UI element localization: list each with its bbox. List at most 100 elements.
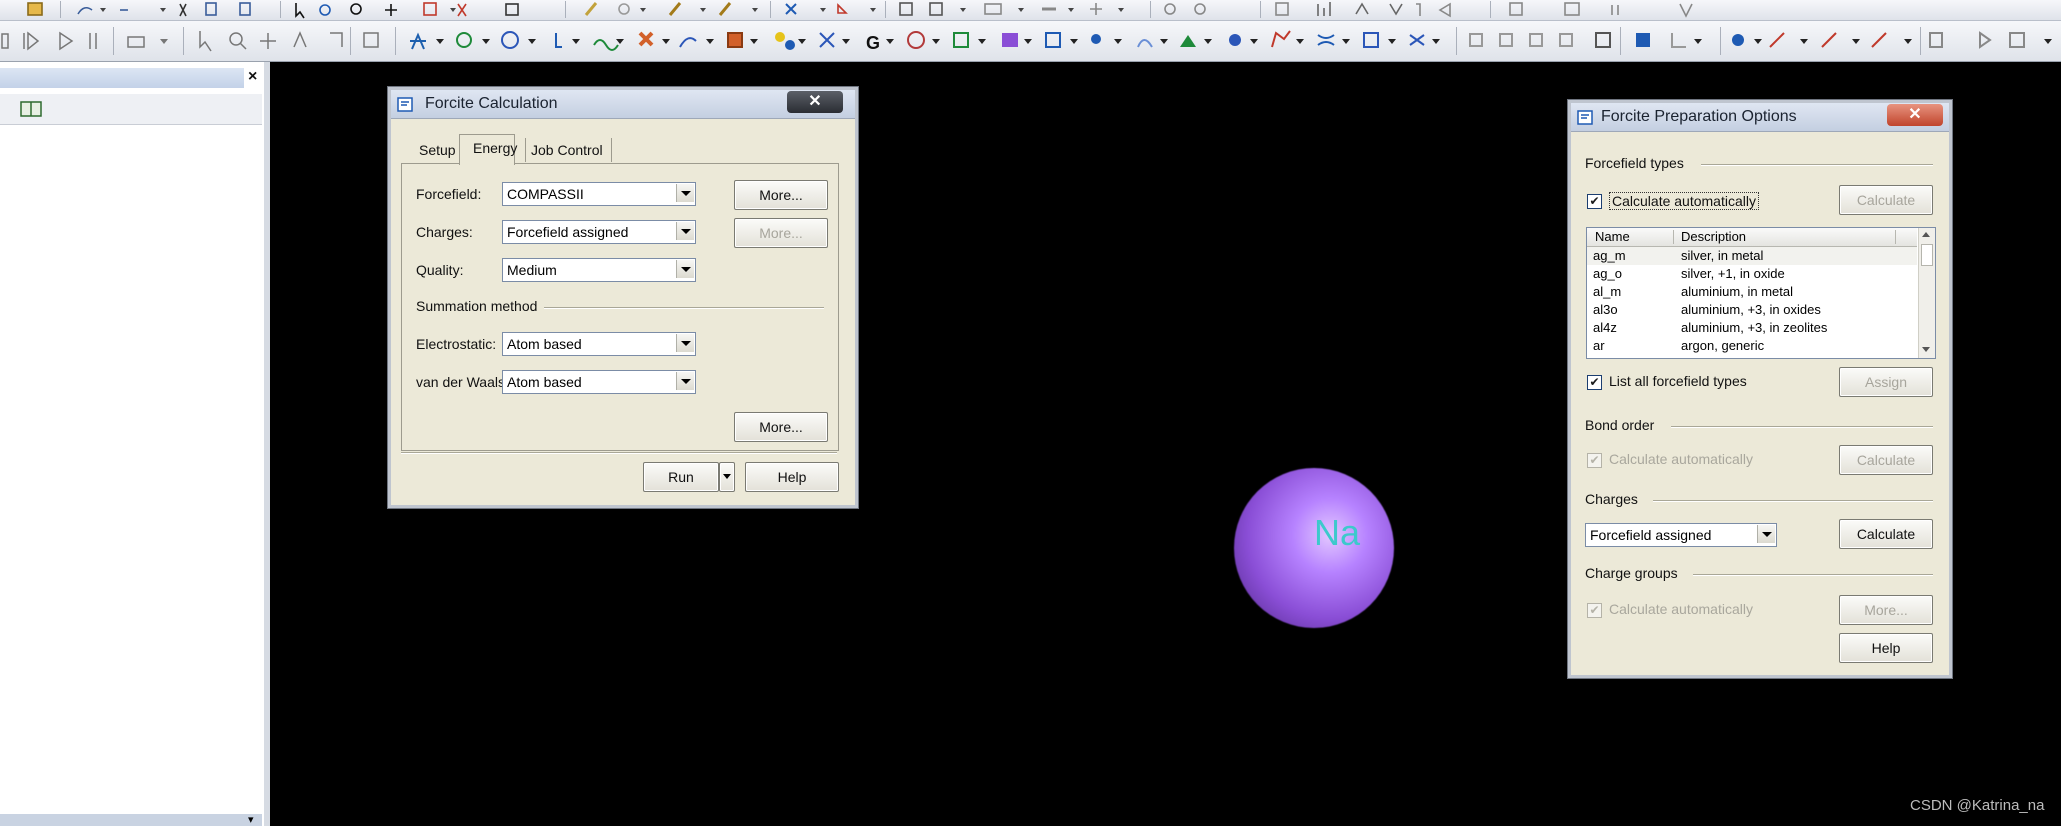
- bond-calculate-automatically-checkbox[interactable]: ✔: [1587, 453, 1602, 468]
- tab-job-control[interactable]: Job Control: [531, 142, 603, 158]
- calculate-automatically-label[interactable]: Calculate automatically: [1609, 192, 1759, 210]
- list-item-description: aluminium, +3, in zeolites: [1681, 320, 1828, 335]
- charge-groups-more-button[interactable]: More...: [1839, 595, 1933, 625]
- scroll-thumb[interactable]: [1921, 244, 1933, 266]
- svg-text:G: G: [866, 33, 880, 53]
- divider: [401, 452, 837, 454]
- quality-select[interactable]: Medium: [502, 258, 696, 282]
- chevron-down-icon[interactable]: [676, 184, 694, 202]
- chevron-down-icon[interactable]: [676, 222, 694, 240]
- chevron-down-icon[interactable]: [1757, 525, 1775, 543]
- summation-method-label: Summation method: [416, 298, 538, 314]
- bond-calculate-button[interactable]: Calculate: [1839, 445, 1933, 475]
- chevron-down-icon[interactable]: [1922, 347, 1930, 352]
- list-item-name: ar: [1593, 338, 1605, 353]
- divider: [544, 307, 824, 309]
- list-item[interactable]: ag_o silver, +1, in oxide: [1587, 265, 1917, 283]
- electrostatic-value: Atom based: [507, 336, 582, 352]
- charge-groups-calculate-automatically-checkbox[interactable]: ✔: [1587, 603, 1602, 618]
- column-header-name[interactable]: Name: [1595, 229, 1630, 244]
- column-divider[interactable]: [1673, 230, 1674, 244]
- tab-setup[interactable]: Setup: [419, 142, 456, 158]
- column-header-description[interactable]: Description: [1681, 229, 1746, 244]
- charges-select[interactable]: Forcefield assigned: [1585, 523, 1777, 547]
- run-button[interactable]: Run: [643, 462, 719, 492]
- close-button[interactable]: ✕: [787, 91, 843, 113]
- window-icon: [397, 97, 413, 112]
- run-options-button[interactable]: [719, 462, 735, 492]
- list-item-name: al_m: [1593, 284, 1622, 299]
- list-header: Name Description: [1587, 228, 1917, 247]
- forcefield-more-button[interactable]: More...: [734, 180, 828, 210]
- list-item[interactable]: al3o aluminium, +3, in oxides: [1587, 301, 1917, 319]
- book-icon[interactable]: [20, 100, 42, 118]
- charge-groups-calculate-automatically-label: Calculate automatically: [1609, 601, 1753, 617]
- charges-value: Forcefield assigned: [507, 224, 629, 240]
- vdw-value: Atom based: [507, 374, 582, 390]
- charges-more-button[interactable]: More...: [734, 218, 828, 248]
- list-item-name: ag_o: [1593, 266, 1622, 281]
- chevron-up-icon[interactable]: [1922, 232, 1930, 237]
- divider: [1701, 164, 1933, 166]
- list-item-description: silver, in metal: [1681, 248, 1764, 263]
- charges-select[interactable]: Forcefield assigned: [502, 220, 696, 244]
- quality-value: Medium: [507, 262, 557, 278]
- chevron-down-icon[interactable]: [676, 334, 694, 352]
- divider: [1671, 426, 1933, 428]
- toolbar-row-2-icons[interactable]: G: [0, 21, 2061, 61]
- electrostatic-label: Electrostatic:: [416, 336, 497, 352]
- toolbar-row-2: G: [0, 21, 2061, 62]
- forcite-calculation-dialog: Forcite Calculation ✕ Setup Energy Job C…: [388, 87, 858, 508]
- panel-scrollbar[interactable]: [0, 814, 262, 826]
- summation-more-button[interactable]: More...: [734, 412, 828, 442]
- assign-button[interactable]: Assign: [1839, 367, 1933, 397]
- forcefield-types-list[interactable]: Name Description ag_m silver, in metal a…: [1586, 227, 1936, 359]
- close-icon[interactable]: ×: [248, 68, 257, 86]
- electrostatic-select[interactable]: Atom based: [502, 332, 696, 356]
- divider: [1653, 500, 1933, 502]
- bond-order-label: Bond order: [1585, 417, 1655, 433]
- list-item[interactable]: ar argon, generic: [1587, 337, 1917, 355]
- charges-value: Forcefield assigned: [1590, 527, 1712, 543]
- list-item[interactable]: al_m aluminium, in metal: [1587, 283, 1917, 301]
- column-divider[interactable]: [1895, 230, 1896, 244]
- chevron-down-icon[interactable]: [676, 260, 694, 278]
- project-explorer-panel: × ▾: [0, 62, 270, 826]
- tab-divider: [525, 138, 526, 162]
- forcite-preparation-options-dialog: Forcite Preparation Options ✕ Forcefield…: [1568, 100, 1952, 678]
- chevron-down-icon: [723, 474, 731, 479]
- help-button[interactable]: Help: [1839, 633, 1933, 663]
- tab-energy[interactable]: Energy: [473, 140, 517, 156]
- toolbar-row-1-icons[interactable]: [0, 0, 1720, 20]
- list-item-description: aluminium, in metal: [1681, 284, 1793, 299]
- list-all-forcefield-types-label[interactable]: List all forcefield types: [1609, 373, 1747, 389]
- chevron-down-icon[interactable]: [676, 372, 694, 390]
- dialog-title: Forcite Calculation: [425, 95, 558, 112]
- divider: [1693, 574, 1933, 576]
- forcefield-label: Forcefield:: [416, 186, 482, 202]
- forcefield-select[interactable]: COMPASSII: [502, 182, 696, 206]
- list-item-name: al3o: [1593, 302, 1618, 317]
- list-all-forcefield-types-checkbox[interactable]: ✔: [1587, 375, 1602, 390]
- dialog-titlebar[interactable]: Forcite Preparation Options ✕: [1571, 103, 1949, 132]
- charges-calculate-button[interactable]: Calculate: [1839, 519, 1933, 549]
- list-item[interactable]: ag_m silver, in metal: [1587, 247, 1917, 265]
- toolbar-row-1: [0, 0, 2061, 21]
- tab-divider: [611, 138, 612, 162]
- charges-label: Charges:: [416, 224, 473, 240]
- panel-header: [0, 68, 244, 88]
- help-button[interactable]: Help: [745, 462, 839, 492]
- forcefield-types-label: Forcefield types: [1585, 155, 1684, 171]
- list-scrollbar[interactable]: [1918, 228, 1935, 358]
- window-icon: [1577, 110, 1593, 125]
- forcefield-calculate-button[interactable]: Calculate: [1839, 185, 1933, 215]
- quality-label: Quality:: [416, 262, 464, 278]
- chevron-down-icon[interactable]: ▾: [248, 813, 254, 826]
- vdw-select[interactable]: Atom based: [502, 370, 696, 394]
- calculate-automatically-checkbox[interactable]: ✔: [1587, 194, 1602, 209]
- list-item-description: aluminium, +3, in oxides: [1681, 302, 1821, 317]
- list-item[interactable]: al4z aluminium, +3, in zeolites: [1587, 319, 1917, 337]
- energy-tab-panel: Forcefield: COMPASSII More... Charges: F…: [401, 163, 839, 451]
- dialog-titlebar[interactable]: Forcite Calculation ✕: [391, 90, 855, 119]
- close-button[interactable]: ✕: [1887, 104, 1943, 126]
